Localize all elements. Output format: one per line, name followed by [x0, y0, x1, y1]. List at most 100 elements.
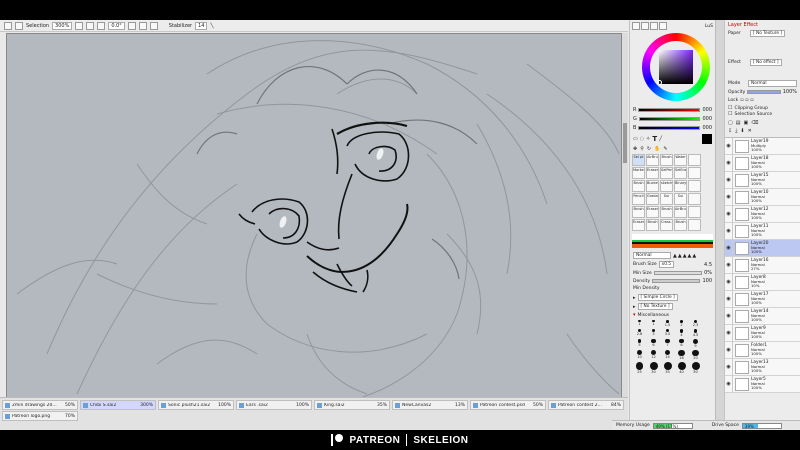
brush-size-preset[interactable]: 3.5 [665, 328, 670, 337]
min-size-slider[interactable] [653, 271, 703, 275]
brush-tool-slot[interactable]: Gradat. [646, 193, 659, 205]
layer-row[interactable]: ◉ Layer9 Normal 100% [725, 324, 800, 342]
brush-tool-slot[interactable]: Brush [674, 219, 687, 231]
brush-tool-slot[interactable]: Sui [674, 193, 687, 205]
magic-wand-icon[interactable]: ✧ [646, 136, 650, 142]
r-value[interactable]: 000 [702, 107, 712, 113]
brush-size-multiplier[interactable]: x0.5 [658, 261, 675, 268]
brush-size-preset[interactable]: 5 [637, 338, 642, 348]
document-tab[interactable]: King.sai2 35% [314, 400, 390, 410]
new-folder-icon[interactable]: ▣ [743, 120, 748, 126]
merge-down-icon[interactable]: ⤓ [735, 128, 737, 134]
density-slider[interactable] [652, 279, 701, 283]
layer-row[interactable]: ◉ Layer5 Normal 100% [725, 375, 800, 393]
visibility-eye-icon[interactable]: ◉ [725, 222, 733, 240]
brush-size-preset[interactable]: 8 [679, 338, 684, 348]
opacity-value[interactable]: 100% [783, 89, 797, 95]
layer-row[interactable]: ◉ Folder1 Normal 100% [725, 341, 800, 359]
g-slider[interactable] [638, 117, 701, 121]
merge-visible-icon[interactable]: ⬇ [740, 128, 744, 134]
saturation-value-square[interactable] [659, 50, 693, 84]
misc-expand-icon[interactable]: ▾ [633, 312, 636, 318]
layer-row[interactable]: ◉ Layer18 Normal 100% [725, 154, 800, 172]
brush-size-preset[interactable]: 40 [677, 362, 686, 374]
brush-tool-slot[interactable]: Water [674, 154, 687, 166]
visibility-eye-icon[interactable]: ◉ [725, 341, 733, 359]
visibility-eye-icon[interactable]: ◉ [725, 239, 733, 257]
brush-tool-slot[interactable]: Binary [674, 180, 687, 192]
rotation-field[interactable]: 0.0° [108, 21, 125, 30]
visibility-eye-icon[interactable]: ◉ [725, 307, 733, 325]
brush-tool-slot[interactable]: Cross... [660, 219, 673, 231]
brush-size-preset[interactable]: 2 [680, 320, 683, 327]
visibility-eye-icon[interactable]: ◉ [725, 171, 733, 189]
new-layer-icon[interactable]: ▢ [728, 120, 733, 126]
rgb-slider-button[interactable] [641, 22, 649, 30]
brush-size-preset[interactable]: 2.6 [637, 328, 642, 337]
brush-size-preset[interactable]: 2.3 [693, 320, 698, 327]
stabilizer-select[interactable]: 14 [195, 21, 208, 30]
visibility-eye-icon[interactable]: ◉ [725, 154, 733, 172]
brush-size-preset[interactable]: 4 [679, 328, 684, 337]
lasso-icon[interactable]: ◌ [640, 136, 644, 142]
b-slider[interactable] [638, 126, 701, 130]
document-tab[interactable]: Patreon contest 2... 84% [548, 400, 624, 410]
layer-row[interactable]: ◉ Layer15 Normal 100% [725, 171, 800, 189]
selection-source-checkbox[interactable]: ☐ [728, 111, 732, 117]
drawing-canvas[interactable] [6, 33, 622, 411]
density-value[interactable]: 100 [702, 278, 712, 284]
brush-texture-select[interactable]: [ No Texture ] [637, 303, 673, 310]
brush-tool-slot[interactable]: AirBrush [674, 206, 687, 218]
brush-tool-slot[interactable]: Brush [646, 219, 659, 231]
zoom-field[interactable]: 300% [52, 21, 73, 30]
brush-tool-slot[interactable]: Brush [632, 206, 645, 218]
brush-shape-icons[interactable]: ▲▲▲▲▲ [673, 253, 697, 259]
foreground-color-swatch[interactable] [702, 134, 712, 144]
swatches-button[interactable] [659, 22, 667, 30]
document-tab[interactable]: Ears .sai2 100% [236, 400, 312, 410]
visibility-eye-icon[interactable]: ◉ [725, 188, 733, 206]
brush-size-preset[interactable]: 35 [663, 362, 672, 374]
zoom-icon[interactable]: ⚲ [640, 146, 644, 152]
canvas-vertical-scrollbar[interactable] [622, 33, 628, 411]
layer-mode-select[interactable]: Normal [748, 80, 797, 87]
layer-row[interactable]: ◉ Layer17 Normal 100% [725, 290, 800, 308]
pen-tool-icon[interactable]: ✎ [663, 146, 667, 152]
layer-row[interactable]: ◉ Layer12 Normal 100% [725, 205, 800, 223]
layer-row[interactable]: ◉ Layer11 Normal 100% [725, 222, 800, 240]
brush-size-preset[interactable]: 1 [638, 320, 641, 327]
brush-size-preset[interactable]: 9 [693, 338, 698, 348]
brush-size-preset[interactable]: 4.5 [693, 328, 698, 337]
color-wheel[interactable] [630, 30, 715, 105]
rotate-left-button[interactable] [127, 21, 136, 30]
layer-row[interactable]: ◉ Layer19 Multiply 100% [725, 137, 800, 155]
brush-tool-slot[interactable]: Eraser [646, 167, 659, 179]
hand-icon[interactable]: ✋ [654, 146, 660, 152]
layer-row[interactable]: ◉ Layer16 Normal 27% [725, 256, 800, 274]
color-wheel-button[interactable] [632, 22, 640, 30]
brush-tool-slot[interactable]: Sel pt [632, 154, 645, 166]
brush-tool-slot[interactable] [688, 193, 701, 205]
move-icon[interactable]: ✥ [633, 146, 637, 152]
delete-layer-icon[interactable]: ⌫ [751, 120, 758, 126]
texture-expand-icon[interactable]: ▸ [633, 304, 636, 310]
brush-tool-slot[interactable] [688, 206, 701, 218]
zoom-reset-button[interactable] [97, 21, 106, 30]
layer-row[interactable]: ◉ Layer10 Normal 100% [725, 188, 800, 206]
zoom-out-button[interactable] [75, 21, 84, 30]
brush-size-preset[interactable]: 1 [652, 320, 655, 327]
visibility-eye-icon[interactable]: ◉ [725, 290, 733, 308]
visibility-eye-icon[interactable]: ◉ [725, 273, 733, 291]
brush-size-preset[interactable]: 25 [635, 362, 644, 374]
effect-select[interactable]: [ No effect ] [750, 59, 782, 66]
deselect-button[interactable] [4, 21, 12, 30]
g-value[interactable]: 000 [702, 116, 712, 122]
pen-icon[interactable]: ╲ [210, 22, 213, 30]
visibility-eye-icon[interactable]: ◉ [725, 137, 733, 155]
brush-tool-slot[interactable]: Eraser [632, 219, 645, 231]
brush-size-preset[interactable]: 6 [651, 338, 656, 348]
color-preview-strip[interactable] [632, 234, 713, 248]
brush-shape-select[interactable]: [ Simple Circle ] [637, 294, 678, 301]
color-picker-cursor[interactable] [657, 80, 662, 85]
visibility-eye-icon[interactable]: ◉ [725, 358, 733, 376]
